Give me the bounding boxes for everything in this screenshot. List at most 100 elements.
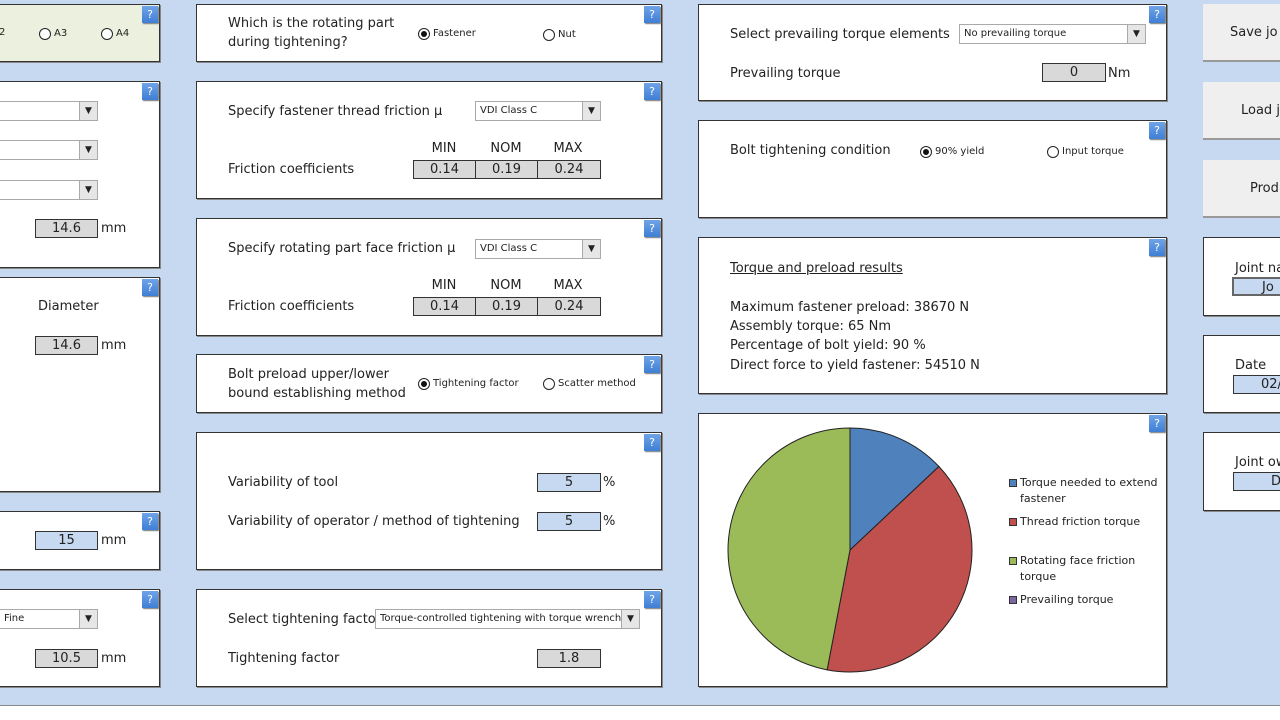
condition-label: Bolt tightening condition: [730, 143, 891, 158]
face-friction-dropdown[interactable]: VDI Class C ▼: [475, 239, 601, 259]
help-button[interactable]: ?: [1149, 415, 1165, 432]
legend-item-thread: Thread friction torque: [1009, 514, 1169, 530]
length-input-panel: ? 15 mm: [0, 511, 160, 570]
date-label: Date: [1235, 358, 1267, 373]
joint-name-input[interactable]: Jo: [1232, 277, 1280, 296]
bottom-bar: [0, 706, 1280, 720]
min-value: 0.14: [413, 160, 476, 179]
preload-method-label: Bolt preload upper/lower bound establish…: [228, 367, 406, 401]
selected-value: No prevailing torque: [964, 28, 1067, 39]
tightening-factor-panel: ? Select tightening factor Torque-contro…: [196, 589, 662, 687]
joint-owner-label: Joint ow: [1235, 455, 1280, 470]
help-button[interactable]: ?: [142, 513, 158, 530]
nom-header: NOM: [490, 141, 522, 156]
diameter-panel: ? Diameter 14.6 mm: [0, 277, 160, 492]
pitch-value: 10.5: [35, 649, 98, 668]
max-value: 0.24: [537, 297, 601, 316]
diameter-label: Diameter: [38, 299, 99, 314]
dropdown-1[interactable]: ▼: [0, 101, 98, 121]
fastener-panel: ? ▼ ▼ ▼ 14.6 mm: [0, 81, 160, 268]
percent-unit: %: [603, 475, 616, 490]
radio-scatter-method[interactable]: Scatter method: [543, 377, 636, 391]
produce-report-button[interactable]: Produ: [1203, 160, 1280, 218]
chevron-down-icon: ▼: [582, 102, 600, 120]
help-button[interactable]: ?: [644, 220, 660, 237]
unit: mm: [101, 533, 127, 548]
unit: mm: [101, 651, 127, 666]
legend-swatch: [1009, 596, 1017, 604]
variability-panel: ? Variability of tool 5 % Variability of…: [196, 432, 662, 570]
chevron-down-icon: ▼: [79, 141, 97, 159]
tool-variability-input[interactable]: 5: [537, 473, 601, 492]
legend-swatch: [1009, 557, 1017, 565]
min-header: MIN: [431, 278, 457, 293]
legend-item-extend: Torque needed to extend fastener: [1009, 475, 1169, 507]
operator-variability-input[interactable]: 5: [537, 512, 601, 531]
max-header: MAX: [553, 278, 583, 293]
nm-unit: Nm: [1108, 66, 1131, 81]
help-button[interactable]: ?: [644, 434, 660, 451]
joint-name-panel: Joint na Jo: [1203, 237, 1280, 316]
thread-friction-dropdown[interactable]: VDI Class C ▼: [475, 101, 601, 121]
pie-slice: [727, 427, 851, 671]
length-input[interactable]: 15: [35, 531, 98, 550]
joint-owner-input[interactable]: D.: [1233, 472, 1280, 491]
legend-label: Torque needed to extend fastener: [1020, 476, 1158, 505]
material-class-panel: ? 2 A3 A4: [0, 4, 160, 62]
joint-name-label: Joint na: [1235, 261, 1280, 276]
help-button[interactable]: ?: [644, 6, 660, 23]
dropdown-3[interactable]: ▼: [0, 180, 98, 200]
thread-pitch-dropdown[interactable]: Fine ▼: [0, 609, 98, 629]
save-joint-button[interactable]: Save jo: [1203, 4, 1280, 62]
legend-label: Thread friction torque: [1020, 515, 1141, 528]
operator-variability-label: Variability of operator / method of tigh…: [228, 514, 520, 529]
help-button[interactable]: ?: [142, 83, 158, 100]
prevailing-torque-panel: ? Select prevailing torque elements No p…: [698, 4, 1167, 101]
radio-a3[interactable]: A3: [39, 27, 67, 41]
prevailing-torque-dropdown[interactable]: No prevailing torque ▼: [959, 24, 1146, 44]
chevron-down-icon: ▼: [621, 610, 639, 628]
date-panel: Date 02/: [1203, 335, 1280, 413]
chevron-down-icon: ▼: [1127, 25, 1145, 43]
help-button[interactable]: ?: [142, 6, 158, 23]
date-input[interactable]: 02/: [1233, 375, 1280, 394]
legend-item-prevailing: Prevailing torque: [1009, 592, 1169, 608]
torque-pie-chart-panel: ? Torque needed to extend fastener Threa…: [698, 413, 1167, 687]
legend-swatch: [1009, 479, 1017, 487]
radio-tightening-factor[interactable]: Tightening factor: [418, 377, 519, 391]
result-line: Assembly torque: 65 Nm: [730, 319, 892, 334]
preload-method-panel: ? Bolt preload upper/lower bound establi…: [196, 354, 662, 413]
thread-friction-label: Specify fastener thread friction µ: [228, 104, 443, 119]
prevailing-select-label: Select prevailing torque elements: [730, 27, 950, 42]
load-joint-button[interactable]: Load jo: [1203, 82, 1280, 140]
result-line: Percentage of bolt yield: 90 %: [730, 338, 926, 353]
nom-value: 0.19: [475, 297, 538, 316]
help-button[interactable]: ?: [1149, 122, 1165, 139]
rotating-part-question: Which is the rotating part during tighte…: [228, 16, 395, 50]
radio-a2-label[interactable]: 2: [0, 27, 5, 38]
radio-fastener[interactable]: Fastener: [418, 27, 476, 41]
help-button[interactable]: ?: [1149, 239, 1165, 256]
help-button[interactable]: ?: [1149, 6, 1165, 23]
diameter-value: 14.6: [35, 336, 98, 355]
radio-a4[interactable]: A4: [101, 27, 129, 41]
help-button[interactable]: ?: [644, 356, 660, 373]
help-button[interactable]: ?: [142, 591, 158, 608]
radio-90-yield[interactable]: 90% yield: [920, 145, 984, 159]
selected-value: Fine: [4, 613, 25, 624]
help-button[interactable]: ?: [142, 279, 158, 296]
max-value: 0.24: [537, 160, 601, 179]
radio-input-torque[interactable]: Input torque: [1047, 145, 1124, 159]
percent-unit: %: [603, 514, 616, 529]
tightening-factor-dropdown[interactable]: Torque-controlled tightening with torque…: [375, 609, 640, 629]
help-button[interactable]: ?: [644, 591, 660, 608]
help-button[interactable]: ?: [644, 83, 660, 100]
radio-nut[interactable]: Nut: [543, 28, 576, 42]
tightening-select-label: Select tightening factor: [228, 612, 382, 627]
chevron-down-icon: ▼: [79, 181, 97, 199]
legend-label: Prevailing torque: [1020, 593, 1114, 606]
dropdown-2[interactable]: ▼: [0, 140, 98, 160]
unit: mm: [101, 221, 127, 236]
joint-owner-panel: Joint ow D.: [1203, 432, 1280, 511]
prevailing-torque-label: Prevailing torque: [730, 66, 841, 81]
